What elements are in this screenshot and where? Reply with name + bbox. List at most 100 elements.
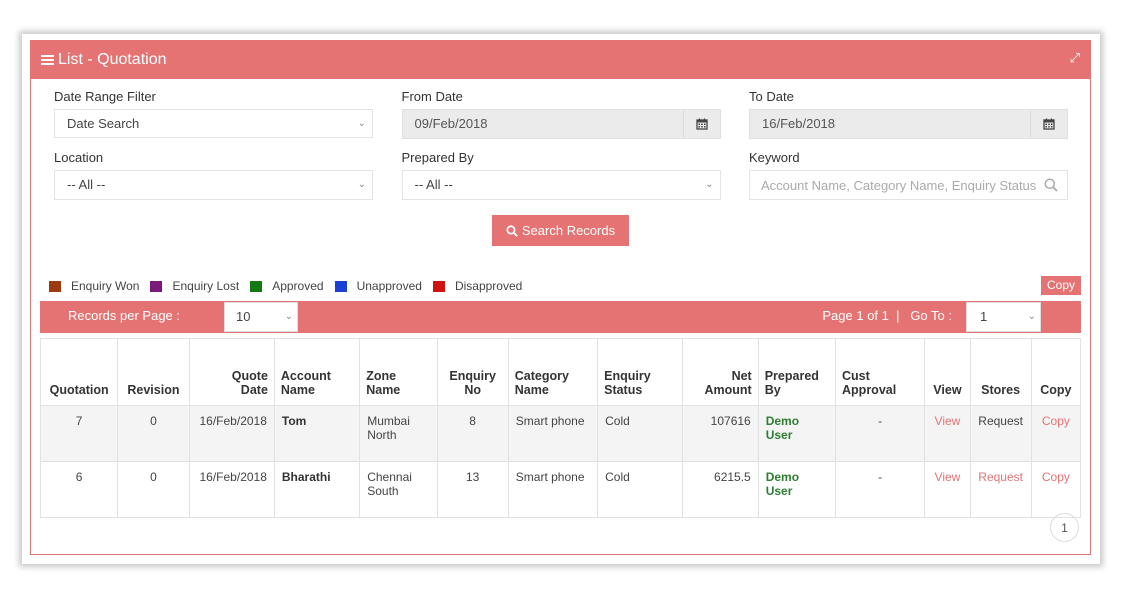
cell-category-name: Smart phone (507, 461, 599, 518)
cell-prepared-by: Demo User (757, 461, 837, 518)
quotation-table: Quotation Revision Quote Date Account Name… (39, 338, 1082, 518)
table-header-row: Quotation Revision Quote Date Account Name… (39, 338, 1082, 406)
col-net-amount[interactable]: Net Amount (682, 338, 759, 406)
col-view[interactable]: View (924, 338, 971, 406)
from-date-value: 09/Feb/2018 (414, 116, 488, 131)
cell-zone-name: Mumbai North (359, 405, 438, 462)
cell-quote-date: 16/Feb/2018 (188, 405, 275, 462)
cell-prepared-by: Demo User (757, 405, 837, 462)
copy-link[interactable]: Copy (1030, 405, 1082, 462)
stores-request: Request (969, 405, 1032, 462)
legend-swatch-enquiry-won (49, 280, 61, 292)
col-prepared-by[interactable]: Prepared By (757, 338, 837, 406)
date-range-value: Date Search (67, 116, 140, 131)
col-enquiry-no[interactable]: Enquiry No (436, 338, 509, 406)
keyword-label: Keyword (749, 150, 800, 165)
legend-label: Enquiry Lost (172, 279, 240, 293)
legend-swatch-enquiry-lost (150, 280, 163, 292)
col-copy[interactable]: Copy (1030, 338, 1082, 406)
col-cust-approval[interactable]: Cust Approval (835, 338, 926, 406)
cell-zone-name: Chennai South (359, 461, 438, 518)
prepared-by-select[interactable]: -- All -- ⌄ (401, 170, 721, 200)
prepared-by-value: -- All -- (414, 177, 453, 192)
cell-category-name: Smart phone (507, 405, 599, 462)
copy-button[interactable]: Copy (1040, 276, 1081, 295)
quotation-panel: List - Quotation ⤢ Date Range Filter Dat… (30, 40, 1091, 555)
legend-label: Enquiry Won (71, 279, 140, 293)
date-range-label: Date Range Filter (54, 89, 156, 104)
table-row: 6 0 16/Feb/2018 Bharathi Chennai South 13… (39, 461, 1082, 518)
cell-cust-approval: - (835, 461, 926, 518)
chevron-down-icon: ⌄ (1027, 311, 1036, 322)
col-enquiry-status[interactable]: Enquiry Status (597, 338, 684, 406)
chevron-down-icon: ⌄ (284, 311, 293, 322)
pager-bar: Records per Page : 10 ⌄ Page 1 of 1 | Go… (40, 301, 1081, 333)
cell-enquiry-status: Cold (597, 405, 684, 462)
panel-header: List - Quotation ⤢ (31, 41, 1090, 79)
chevron-down-icon: ⌄ (357, 118, 366, 129)
records-per-page-value: 10 (236, 309, 251, 324)
search-icon[interactable] (1044, 178, 1058, 197)
page-info: Page 1 of 1 | Go To : (822, 308, 952, 323)
col-stores[interactable]: Stores (969, 338, 1032, 406)
copy-link[interactable]: Copy (1030, 461, 1082, 518)
cell-account-name: Tom (273, 405, 361, 462)
view-link[interactable]: View (924, 405, 971, 462)
col-zone-name[interactable]: Zone Name (359, 338, 438, 406)
filters: Date Range Filter Date Search ⌄ From Dat… (54, 88, 1068, 200)
expand-icon[interactable]: ⤢ (1070, 50, 1080, 66)
cell-net-amount: 107616 (682, 405, 759, 462)
cell-enquiry-status: Cold (597, 461, 684, 518)
chevron-down-icon: ⌄ (357, 179, 366, 190)
col-revision[interactable]: Revision (117, 338, 190, 406)
legend-label: Unapproved (356, 279, 422, 293)
from-date-field[interactable]: 09/Feb/2018 (401, 109, 721, 139)
records-per-page-select[interactable]: 10 ⌄ (224, 302, 298, 332)
location-select[interactable]: -- All -- ⌄ (54, 170, 373, 200)
cell-revision: 0 (117, 405, 190, 462)
from-date-label: From Date (401, 89, 463, 104)
to-date-field[interactable]: 16/Feb/2018 (749, 109, 1068, 139)
records-per-page-label: Records per Page : (68, 308, 181, 323)
cell-quotation: 6 (39, 461, 119, 518)
legend-swatch-unapproved (334, 280, 347, 292)
cell-quotation: 7 (39, 405, 119, 462)
cell-revision: 0 (117, 461, 190, 518)
location-label: Location (54, 150, 104, 165)
goto-page-select[interactable]: 1 ⌄ (966, 302, 1041, 332)
goto-page-value: 1 (980, 309, 988, 324)
to-date-label: To Date (749, 89, 794, 104)
prepared-by-label: Prepared By (401, 150, 474, 165)
panel-title: List - Quotation (58, 51, 167, 68)
cell-quote-date: 16/Feb/2018 (188, 461, 275, 518)
calendar-icon[interactable] (1030, 110, 1067, 138)
legend-label: Disapproved (454, 279, 523, 293)
location-value: -- All -- (67, 177, 106, 192)
view-link[interactable]: View (924, 461, 971, 518)
cell-enquiry-no: 13 (436, 461, 509, 518)
cell-enquiry-no: 8 (436, 405, 509, 462)
legend-swatch-approved (250, 280, 263, 292)
search-icon (506, 224, 518, 237)
to-date-value: 16/Feb/2018 (762, 116, 836, 131)
search-records-label: Search Records (521, 223, 616, 238)
col-category-name[interactable]: Category Name (507, 338, 599, 406)
col-account-name[interactable]: Account Name (273, 338, 361, 406)
keyword-input[interactable] (761, 177, 1041, 193)
date-range-select[interactable]: Date Search ⌄ (54, 109, 373, 138)
table-row: 7 0 16/Feb/2018 Tom Mumbai North 8 Smart … (39, 405, 1082, 462)
col-quotation[interactable]: Quotation (39, 338, 119, 406)
legend-swatch-disapproved (432, 280, 445, 292)
calendar-icon[interactable] (682, 110, 720, 138)
list-icon (41, 53, 54, 67)
pagination-page-1[interactable]: 1 (1050, 513, 1079, 542)
status-legend: Enquiry Won Enquiry Lost Approved Unappr… (49, 279, 533, 293)
search-records-button[interactable]: Search Records (492, 215, 629, 246)
cell-cust-approval: - (835, 405, 926, 462)
keyword-field[interactable] (749, 170, 1068, 200)
col-quote-date[interactable]: Quote Date (188, 338, 275, 406)
legend-label: Approved (272, 279, 324, 293)
stores-request-link[interactable]: Request (969, 461, 1032, 518)
chevron-down-icon: ⌄ (705, 179, 714, 190)
cell-account-name: Bharathi (273, 461, 361, 518)
